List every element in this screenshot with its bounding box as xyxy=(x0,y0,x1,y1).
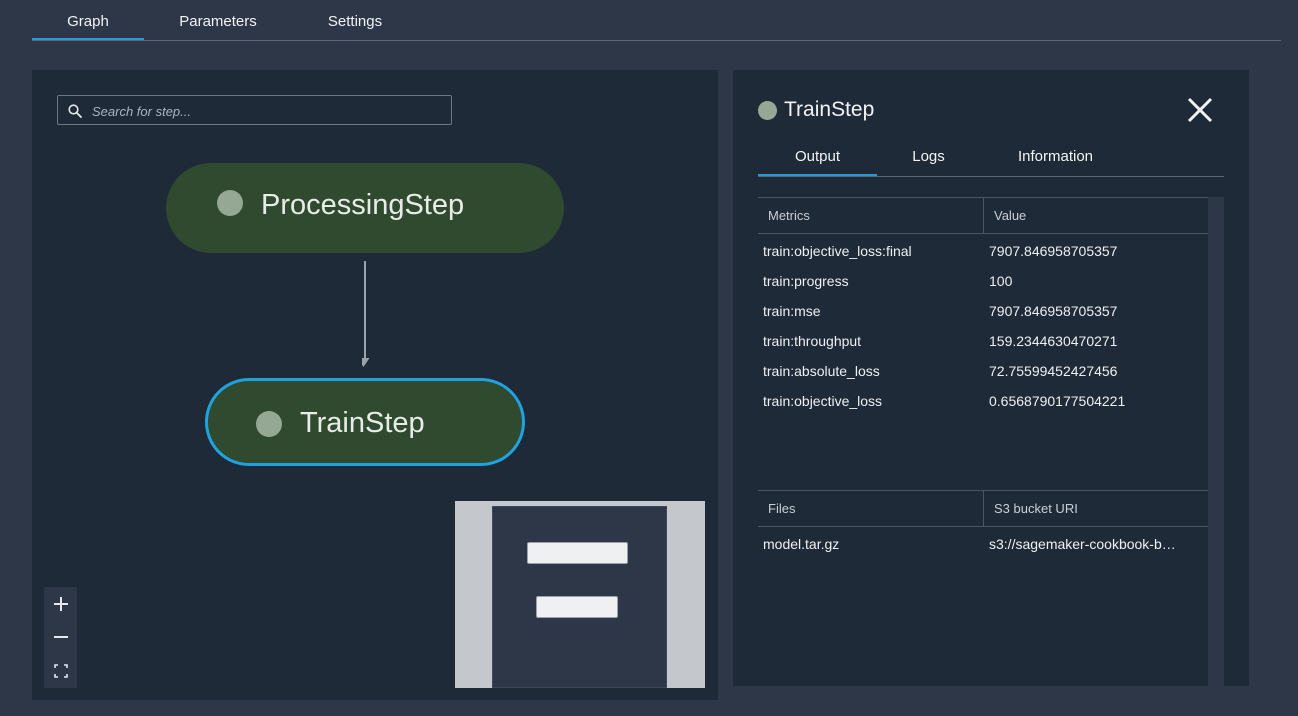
status-dot-icon xyxy=(217,190,243,216)
metric-name: train:mse xyxy=(763,303,821,319)
metric-name: train:absolute_loss xyxy=(763,363,880,379)
zoom-in-button[interactable] xyxy=(44,587,77,620)
top-tab-bar: Graph Parameters Settings xyxy=(32,0,1281,41)
table-row: train:throughput 159.2344630470271 xyxy=(763,326,1203,356)
panel-title: TrainStep xyxy=(784,98,875,121)
metric-value: 7907.846958705357 xyxy=(989,303,1118,319)
table-row: train:absolute_loss 72.75599452427456 xyxy=(763,356,1203,386)
output-content: Metrics Value train:objective_loss:final… xyxy=(758,197,1208,686)
metric-value: 0.6568790177504221 xyxy=(989,393,1126,409)
tab-graph[interactable]: Graph xyxy=(32,13,144,40)
close-button[interactable] xyxy=(1184,94,1216,126)
node-label: ProcessingStep xyxy=(261,189,465,221)
column-header: Metrics xyxy=(768,208,810,223)
metric-name: train:throughput xyxy=(763,333,862,349)
minimap-node xyxy=(536,596,618,618)
detail-tab-bar: Output Logs Information xyxy=(758,140,1224,177)
table-row: train:objective_loss 0.6568790177504221 xyxy=(763,386,1203,416)
step-search xyxy=(57,95,452,126)
metric-name: train:progress xyxy=(763,273,849,289)
node-processing-step[interactable]: ProcessingStep xyxy=(166,163,564,253)
metric-value: 159.2344630470271 xyxy=(989,333,1118,349)
zoom-controls xyxy=(44,587,77,688)
column-divider xyxy=(983,491,984,527)
table-row: train:objective_loss:final 7907.84695870… xyxy=(763,236,1203,266)
tab-information[interactable]: Information xyxy=(988,148,1123,176)
files-table-header: Files S3 bucket URI xyxy=(758,490,1208,527)
close-icon xyxy=(1187,97,1213,123)
status-dot-icon xyxy=(758,101,777,120)
file-name[interactable]: model.tar.gz xyxy=(763,536,839,552)
tab-logs[interactable]: Logs xyxy=(878,148,979,176)
tab-settings[interactable]: Settings xyxy=(299,13,411,40)
node-label: TrainStep xyxy=(300,407,425,439)
search-input[interactable] xyxy=(90,96,444,126)
table-row: model.tar.gz s3://sagemaker-cookbook-b… xyxy=(763,529,1203,559)
column-header: Files xyxy=(768,501,796,516)
s3-uri-link[interactable]: s3://sagemaker-cookbook-b… xyxy=(989,536,1176,552)
column-header: S3 bucket URI xyxy=(994,501,1078,516)
edge-arrow xyxy=(362,261,370,367)
minimap[interactable] xyxy=(455,501,705,688)
tab-output[interactable]: Output xyxy=(758,148,877,176)
metric-value: 7907.846958705357 xyxy=(989,243,1118,259)
minimap-viewport[interactable] xyxy=(492,506,667,688)
metric-value: 100 xyxy=(989,273,1013,289)
table-row: train:progress 100 xyxy=(763,266,1203,296)
search-icon xyxy=(68,104,82,118)
metric-value: 72.75599452427456 xyxy=(989,363,1118,379)
metrics-table-header: Metrics Value xyxy=(758,197,1208,234)
column-divider xyxy=(983,198,984,234)
metric-name: train:objective_loss xyxy=(763,393,883,409)
plus-icon xyxy=(53,596,68,611)
column-header: Value xyxy=(994,208,1027,223)
graph-panel: ProcessingStep TrainStep xyxy=(32,70,718,700)
table-row: train:mse 7907.846958705357 xyxy=(763,296,1203,326)
minus-icon xyxy=(53,635,68,638)
tab-parameters[interactable]: Parameters xyxy=(162,13,274,40)
step-detail-panel: TrainStep Output Logs Information Metric… xyxy=(733,70,1249,686)
status-dot-icon xyxy=(256,411,282,437)
metric-name: train:objective_loss:final xyxy=(763,243,912,259)
minimap-node xyxy=(527,542,628,564)
node-train-step[interactable]: TrainStep xyxy=(205,378,525,466)
zoom-out-button[interactable] xyxy=(44,620,77,653)
fit-view-button[interactable] xyxy=(44,654,77,687)
fullscreen-icon xyxy=(53,663,68,678)
scrollbar[interactable] xyxy=(1208,197,1224,686)
